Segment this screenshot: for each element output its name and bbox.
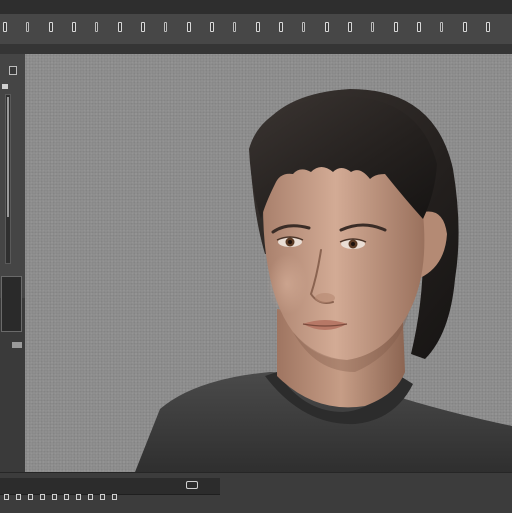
timeline-tick-icon[interactable] xyxy=(16,494,21,500)
toolbar-slot-icon[interactable] xyxy=(3,22,7,32)
toolbar-slot-icon[interactable] xyxy=(141,22,145,32)
toolbar-slot-icon[interactable] xyxy=(279,22,283,32)
panel-toggle-icon[interactable] xyxy=(9,66,17,75)
timeline-tick-icon[interactable] xyxy=(52,494,57,500)
toolbar-icons xyxy=(0,22,512,34)
toolbar-slot-icon[interactable] xyxy=(348,22,352,32)
toolbar-slot-icon[interactable] xyxy=(486,22,490,32)
character-render xyxy=(25,54,512,472)
toolbar-slot-icon[interactable] xyxy=(49,22,53,32)
timeline-tick-icon[interactable] xyxy=(88,494,93,500)
toolbar-slot-icon[interactable] xyxy=(463,22,467,32)
timeline-marker-icon[interactable] xyxy=(186,481,198,489)
toolbar-slot-icon[interactable] xyxy=(72,22,76,32)
toolbar-slot-icon[interactable] xyxy=(210,22,214,32)
timeline-tick-icon[interactable] xyxy=(28,494,33,500)
3d-viewport[interactable] xyxy=(25,54,512,472)
panel-chip-icon[interactable] xyxy=(12,342,22,348)
timeline-ticks xyxy=(0,494,130,504)
left-tool-panel xyxy=(0,54,26,348)
slider-thumb[interactable] xyxy=(7,97,9,217)
toolbar-divider xyxy=(0,44,512,54)
toolbar-slot-icon[interactable] xyxy=(233,22,236,32)
timeline-tick-icon[interactable] xyxy=(100,494,105,500)
toolbar-slot-icon[interactable] xyxy=(164,22,167,32)
toolbar-slot-icon[interactable] xyxy=(26,22,29,32)
toolbar-slot-icon[interactable] xyxy=(394,22,398,32)
toolbar-slot-icon[interactable] xyxy=(187,22,191,32)
timeline-tick-icon[interactable] xyxy=(64,494,69,500)
toolbar-slot-icon[interactable] xyxy=(417,22,421,32)
toolbar-slot-icon[interactable] xyxy=(440,22,443,32)
toolbar-slot-icon[interactable] xyxy=(95,22,98,32)
timeline-tick-icon[interactable] xyxy=(40,494,45,500)
toolbar-slot-icon[interactable] xyxy=(256,22,260,32)
panel-marker-icon xyxy=(2,84,8,89)
toolbar-slot-icon[interactable] xyxy=(325,22,329,32)
timeline-tick-icon[interactable] xyxy=(76,494,81,500)
timeline-tick-icon[interactable] xyxy=(112,494,117,500)
title-bar xyxy=(0,0,512,14)
vertical-slider[interactable] xyxy=(5,94,11,264)
toolbar-slot-icon[interactable] xyxy=(302,22,305,32)
toolbar-slot-icon[interactable] xyxy=(118,22,122,32)
color-swatch[interactable] xyxy=(1,276,22,332)
timeline-tick-icon[interactable] xyxy=(4,494,9,500)
toolbar-slot-icon[interactable] xyxy=(371,22,374,32)
